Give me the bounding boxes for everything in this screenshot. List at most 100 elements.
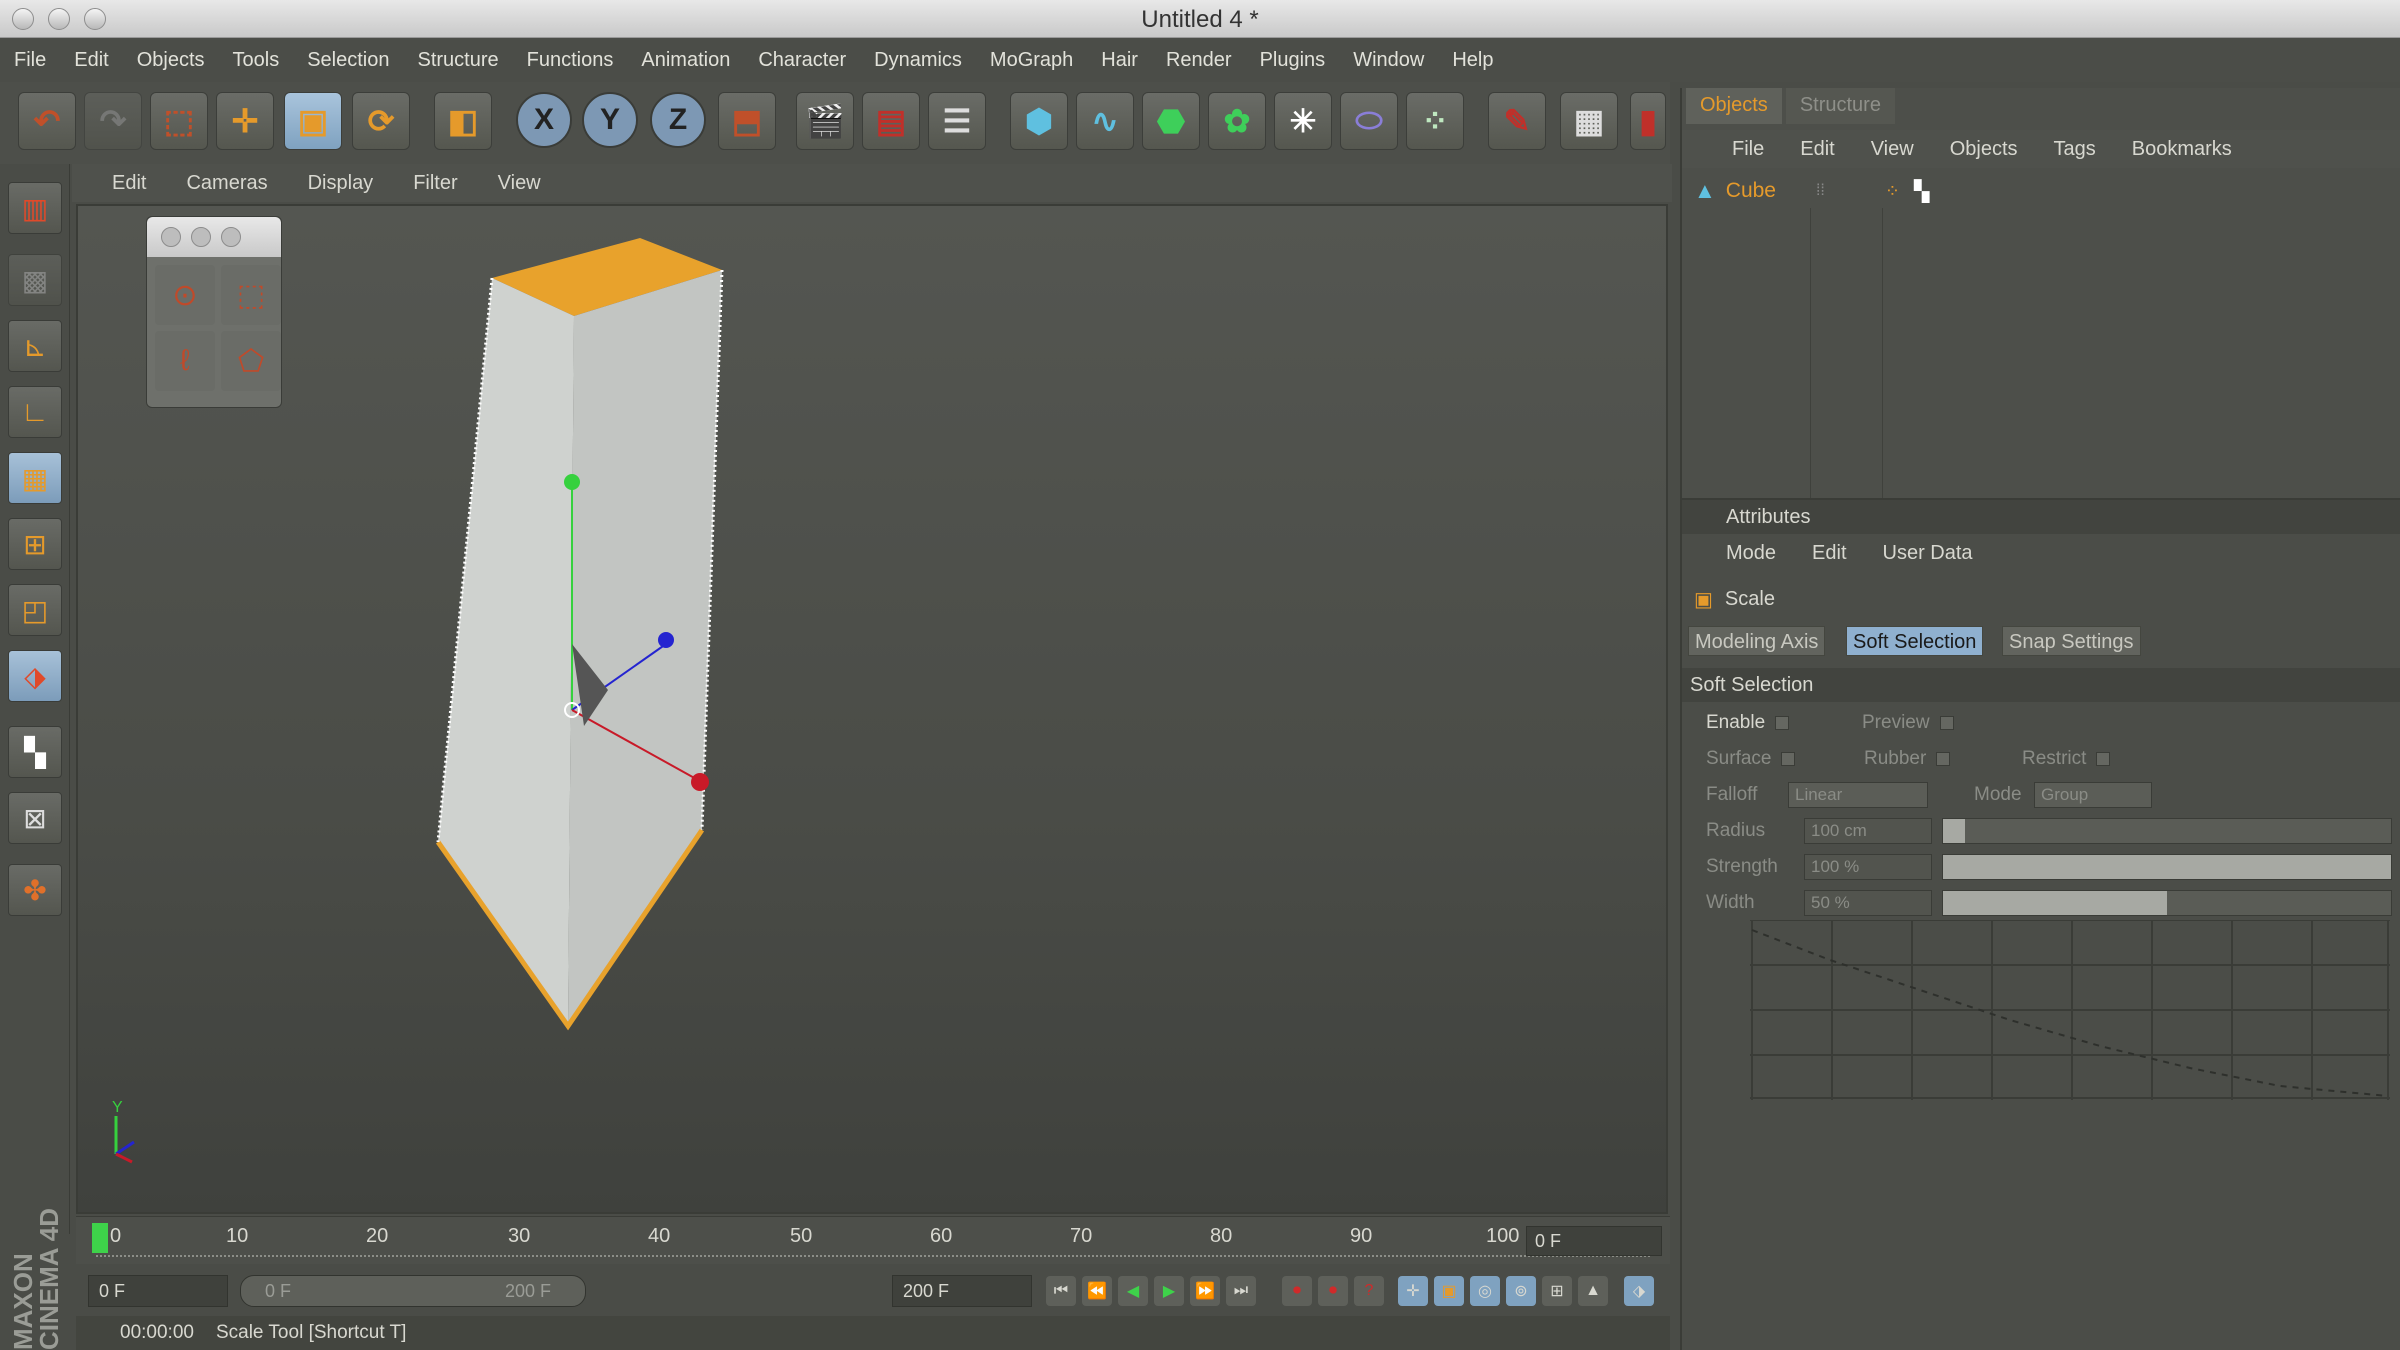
surface-checkbox[interactable] bbox=[1781, 751, 1796, 766]
y-axis-lock-button[interactable]: Y bbox=[582, 92, 638, 148]
gizmo-y-handle[interactable] bbox=[564, 474, 580, 490]
menu-hair[interactable]: Hair bbox=[1101, 49, 1138, 72]
lasso-selection-tool[interactable]: ℓ bbox=[155, 331, 215, 391]
gizmo-z-handle[interactable] bbox=[658, 632, 674, 648]
attributes-menu-user-data[interactable]: User Data bbox=[1883, 542, 1973, 565]
next-key-button[interactable]: ⏩ bbox=[1190, 1276, 1220, 1306]
menu-objects[interactable]: Objects bbox=[137, 49, 205, 72]
tab-structure[interactable]: Structure bbox=[1785, 88, 1895, 124]
points-mode-button[interactable]: ◰ bbox=[8, 584, 62, 636]
keyframe-selection-button[interactable]: ? bbox=[1354, 1276, 1384, 1306]
attributes-menu-mode[interactable]: Mode bbox=[1726, 542, 1776, 565]
model-mode-button[interactable]: ▦ bbox=[8, 452, 62, 504]
menu-character[interactable]: Character bbox=[758, 49, 846, 72]
object-mode-button[interactable]: ⊞ bbox=[8, 518, 62, 570]
scale-tool-button[interactable]: ▣ bbox=[284, 92, 342, 150]
objects-menu-objects[interactable]: Objects bbox=[1950, 138, 2018, 161]
move-tool-button[interactable]: ✛ bbox=[216, 92, 274, 150]
radius-field[interactable]: 100 cm bbox=[1804, 818, 1932, 844]
menu-functions[interactable]: Functions bbox=[527, 49, 614, 72]
more-tools-button[interactable]: ▮ bbox=[1630, 92, 1666, 150]
menu-file[interactable]: File bbox=[14, 49, 46, 72]
radius-slider[interactable] bbox=[1942, 818, 2392, 844]
record-active-button[interactable]: ⏺ bbox=[1282, 1276, 1312, 1306]
end-frame-field[interactable]: 200 F bbox=[892, 1275, 1032, 1307]
go-to-end-button[interactable]: ⏭ bbox=[1226, 1276, 1256, 1306]
key-parameter-button[interactable]: ⊚ bbox=[1506, 1276, 1536, 1306]
key-rotation-button[interactable]: ◎ bbox=[1470, 1276, 1500, 1306]
objects-menu-view[interactable]: View bbox=[1871, 138, 1914, 161]
menu-window[interactable]: Window bbox=[1353, 49, 1424, 72]
key-scale-button[interactable]: ▣ bbox=[1434, 1276, 1464, 1306]
play-button[interactable]: ▶ bbox=[1154, 1276, 1184, 1306]
gizmo-x-handle[interactable] bbox=[691, 773, 709, 791]
viewport-menu-cameras[interactable]: Cameras bbox=[186, 172, 267, 195]
preview-checkbox[interactable] bbox=[1939, 715, 1954, 730]
3d-viewport[interactable]: Y bbox=[76, 204, 1668, 1214]
spline-pen-button[interactable]: ∿ bbox=[1076, 92, 1134, 150]
snap-button[interactable]: ✤ bbox=[8, 864, 62, 916]
phong-tag-icon[interactable]: ⁘ bbox=[1885, 181, 1900, 202]
environment-button[interactable]: ⬭ bbox=[1340, 92, 1398, 150]
polygon-selection-tool[interactable]: ⬠ bbox=[221, 331, 281, 391]
workplane-button[interactable]: ⊠ bbox=[8, 792, 62, 844]
light-button[interactable]: ✎ bbox=[1488, 92, 1546, 150]
key-position-button[interactable]: ✛ bbox=[1398, 1276, 1428, 1306]
bend-deformer-button[interactable]: ✳ bbox=[1274, 92, 1332, 150]
tab-snap-settings[interactable]: Snap Settings bbox=[2002, 626, 2141, 656]
tab-soft-selection[interactable]: Soft Selection bbox=[1846, 626, 1984, 656]
start-frame-field[interactable]: 0 F bbox=[88, 1275, 228, 1307]
texture-tag-icon[interactable]: ▚ bbox=[1914, 179, 1929, 204]
objects-menu-edit[interactable]: Edit bbox=[1800, 138, 1834, 161]
recent-tools-button[interactable]: ◧ bbox=[434, 92, 492, 150]
palette-title-bar[interactable] bbox=[147, 217, 281, 257]
falloff-curve-graph[interactable] bbox=[1750, 920, 2390, 1100]
timeline-window-button[interactable]: ⬗ bbox=[1624, 1276, 1654, 1306]
edit-mode-button[interactable]: ▩ bbox=[8, 254, 62, 306]
frame-range-slider[interactable]: 0 F 200 F bbox=[240, 1275, 586, 1307]
rectangle-selection-tool[interactable]: ⬚ bbox=[221, 265, 281, 325]
restrict-checkbox[interactable] bbox=[2096, 751, 2111, 766]
current-frame-field[interactable]: 0 F bbox=[1526, 1226, 1662, 1256]
cube-primitive-button[interactable]: ⬢ bbox=[1010, 92, 1068, 150]
object-row-cube[interactable]: ▲ Cube ⁞⁞ ⁘ ▚ bbox=[1682, 174, 2400, 208]
redo-button[interactable]: ↷ bbox=[84, 92, 142, 150]
play-backwards-button[interactable]: ◀ bbox=[1118, 1276, 1148, 1306]
viewport-menu-view[interactable]: View bbox=[498, 172, 541, 195]
uv-mode-button[interactable]: ▚ bbox=[8, 726, 62, 778]
width-slider[interactable] bbox=[1942, 890, 2392, 916]
render-settings-button[interactable]: ☰ bbox=[928, 92, 986, 150]
viewport-menu-display[interactable]: Display bbox=[308, 172, 374, 195]
coordinate-system-button[interactable]: ⬒ bbox=[718, 92, 776, 150]
scene-camera-button[interactable]: ⁘ bbox=[1406, 92, 1464, 150]
objects-menu-tags[interactable]: Tags bbox=[2054, 138, 2096, 161]
undo-button[interactable]: ↶ bbox=[18, 92, 76, 150]
palette-zoom-button[interactable] bbox=[221, 227, 241, 247]
layout-button[interactable]: ▦ bbox=[1560, 92, 1618, 150]
interpolation-button[interactable]: ▲ bbox=[1578, 1276, 1608, 1306]
objects-menu-file[interactable]: File bbox=[1732, 138, 1764, 161]
falloff-dropdown[interactable]: Linear bbox=[1788, 782, 1928, 808]
menu-edit[interactable]: Edit bbox=[74, 49, 108, 72]
palette-close-button[interactable] bbox=[161, 227, 181, 247]
x-axis-lock-button[interactable]: X bbox=[516, 92, 572, 148]
object-name[interactable]: Cube bbox=[1726, 179, 1776, 203]
menu-mograph[interactable]: MoGraph bbox=[990, 49, 1073, 72]
visibility-dots-icon[interactable]: ⁞⁞ bbox=[1816, 182, 1825, 200]
rotate-tool-button[interactable]: ⟳ bbox=[352, 92, 410, 150]
texture-axis-button[interactable]: ∟ bbox=[8, 386, 62, 438]
viewport-menu-edit[interactable]: Edit bbox=[112, 172, 146, 195]
palette-minimize-button[interactable] bbox=[191, 227, 211, 247]
menu-plugins[interactable]: Plugins bbox=[1260, 49, 1326, 72]
menu-render[interactable]: Render bbox=[1166, 49, 1232, 72]
polygons-mode-button[interactable]: ⬗ bbox=[8, 650, 62, 702]
attributes-menu-edit[interactable]: Edit bbox=[1812, 542, 1846, 565]
tab-modeling-axis[interactable]: Modeling Axis bbox=[1688, 626, 1826, 656]
key-pla-button[interactable]: ⊞ bbox=[1542, 1276, 1572, 1306]
rubber-checkbox[interactable] bbox=[1936, 751, 1951, 766]
menu-structure[interactable]: Structure bbox=[418, 49, 499, 72]
strength-field[interactable]: 100 % bbox=[1804, 854, 1932, 880]
live-selection-tool[interactable]: ⊙ bbox=[155, 265, 215, 325]
tab-objects[interactable]: Objects bbox=[1686, 88, 1782, 124]
viewport-layout-button[interactable]: ▥ bbox=[8, 182, 62, 234]
